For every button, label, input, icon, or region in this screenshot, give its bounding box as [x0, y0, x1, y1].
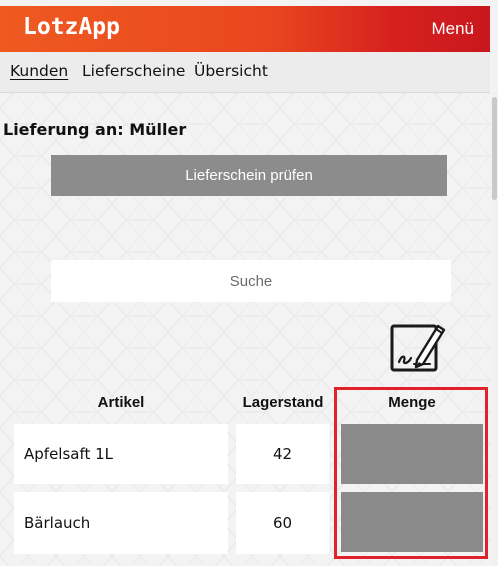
table-row-stock: 42: [236, 424, 329, 484]
search-input[interactable]: [51, 260, 451, 302]
app-header: LotzApp Menü: [0, 6, 490, 52]
nav-bar: Kunden Lieferscheine Übersicht: [0, 52, 490, 93]
delivery-title: Lieferung an: Müller: [3, 120, 187, 139]
column-header-article: Artikel: [97, 394, 145, 411]
column-header-stock: Lagerstand: [242, 394, 324, 411]
quantity-input[interactable]: [341, 492, 483, 552]
table-row-stock: 60: [236, 492, 329, 554]
app-logo[interactable]: LotzApp: [23, 14, 120, 40]
scrollbar-thumb[interactable]: [492, 97, 497, 200]
menu-button[interactable]: Menü: [431, 19, 474, 39]
nav-item-lieferscheine[interactable]: Lieferscheine: [82, 62, 185, 80]
check-delivery-note-button[interactable]: Lieferschein prüfen: [51, 155, 447, 196]
table-row-article: Apfelsaft 1L: [14, 424, 228, 484]
column-header-quantity: Menge: [388, 394, 436, 411]
table-row-article: Bärlauch: [14, 492, 228, 554]
quantity-input[interactable]: [341, 424, 483, 484]
nav-item-uebersicht[interactable]: Übersicht: [194, 62, 268, 80]
signature-pen-icon[interactable]: [390, 320, 448, 375]
nav-item-kunden[interactable]: Kunden: [10, 62, 68, 80]
